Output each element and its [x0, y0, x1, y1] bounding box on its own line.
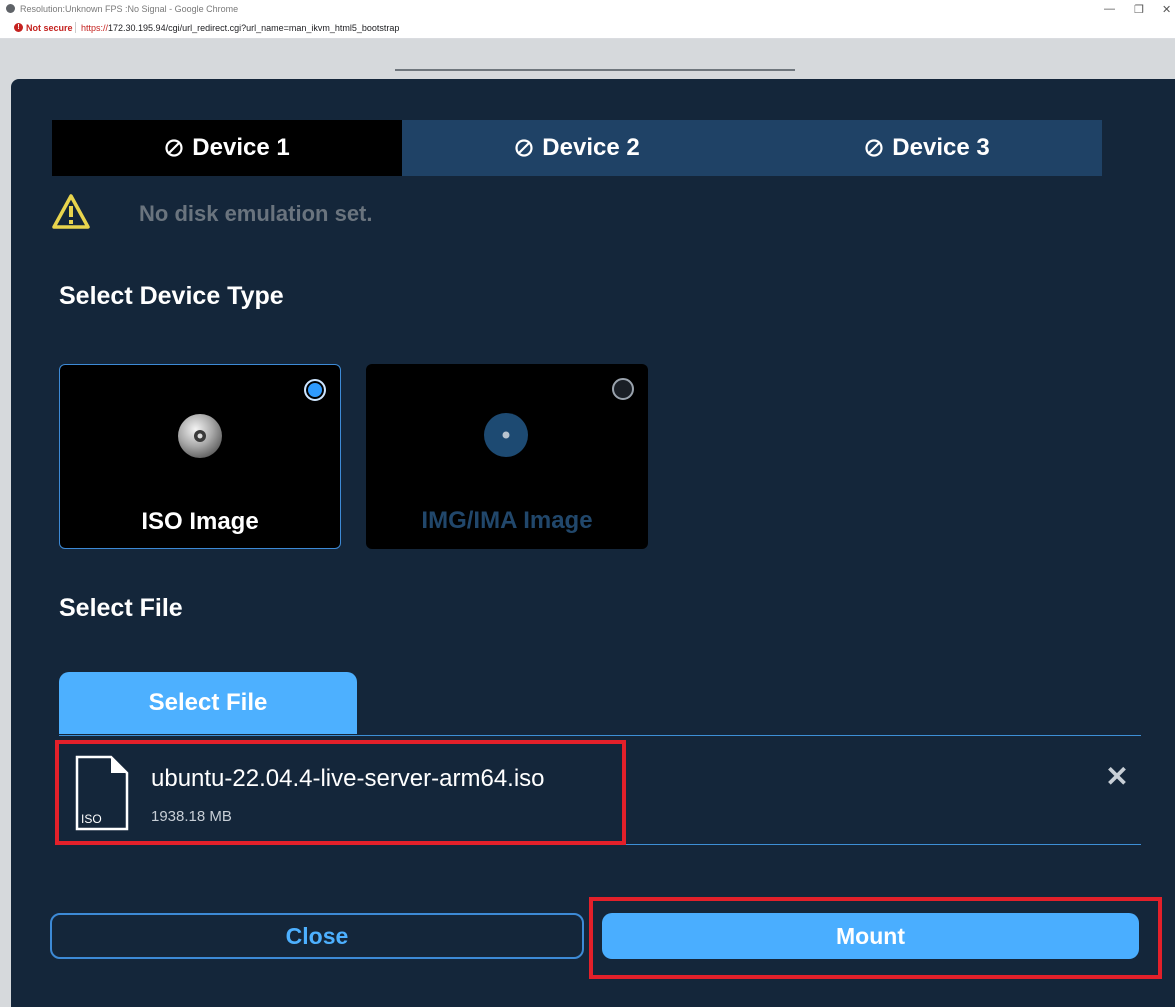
minimize-button[interactable]: —	[1104, 3, 1115, 15]
close-button[interactable]: Close	[50, 913, 584, 959]
device-type-heading: Select Device Type	[59, 282, 284, 310]
select-file-heading: Select File	[59, 594, 183, 622]
disabled-circle-icon	[514, 138, 534, 158]
disabled-circle-icon	[864, 138, 884, 158]
file-size: 1938.18 MB	[151, 808, 232, 825]
img-ima-image-radio[interactable]	[612, 378, 634, 400]
tab-device-3-label: Device 3	[892, 134, 990, 161]
security-label[interactable]: Not secure	[26, 23, 73, 33]
tab-device-2-label: Device 2	[542, 134, 640, 161]
warning-triangle-icon	[51, 193, 91, 236]
remove-file-button[interactable]: ✕	[1101, 761, 1133, 793]
file-list-top-divider	[59, 735, 1141, 736]
tab-device-2[interactable]: Device 2	[402, 120, 752, 176]
img-ima-image-option[interactable]: IMG/IMA Image	[366, 364, 648, 549]
disc-icon	[483, 412, 529, 463]
tab-device-1[interactable]: Device 1	[52, 120, 402, 176]
url-path: 172.30.195.94/cgi/url_redirect.cgi?url_n…	[108, 23, 400, 33]
status-message: No disk emulation set.	[51, 192, 373, 236]
restore-button[interactable]: ❐	[1134, 3, 1144, 16]
disabled-circle-icon	[164, 138, 184, 158]
img-ima-image-label: IMG/IMA Image	[421, 507, 593, 534]
window-title: Resolution:Unknown FPS :No Signal - Goog…	[20, 4, 239, 14]
chrome-favicon-icon	[6, 4, 15, 13]
tab-device-1-label: Device 1	[192, 134, 290, 161]
file-icon: ISO	[75, 755, 129, 836]
iso-image-radio[interactable]	[304, 379, 326, 401]
file-type-badge: ISO	[81, 812, 102, 826]
address-bar[interactable]: ! Not secure https://172.30.195.94/cgi/u…	[0, 18, 1175, 39]
iso-image-label: ISO Image	[141, 508, 259, 535]
file-list-bottom-divider	[59, 844, 1141, 845]
close-window-button[interactable]: ✕	[1162, 3, 1171, 16]
status-text: No disk emulation set.	[139, 201, 373, 226]
not-secure-icon: !	[14, 23, 23, 32]
background-toolbar-strip	[395, 69, 795, 71]
url-scheme: https://	[81, 23, 109, 33]
tab-device-3[interactable]: Device 3	[752, 120, 1102, 176]
cd-disc-icon	[177, 413, 223, 464]
browser-titlebar: Resolution:Unknown FPS :No Signal - Goog…	[0, 0, 1175, 18]
file-name: ubuntu-22.04.4-live-server-arm64.iso	[151, 765, 545, 792]
url-text[interactable]: https://172.30.195.94/cgi/url_redirect.c…	[81, 23, 399, 33]
mount-button[interactable]: Mount	[602, 913, 1139, 959]
device-tabs: Device 1 Device 2 Device 3	[52, 120, 1102, 176]
virtual-media-dialog: Device 1 Device 2 Device 3 No disk emula…	[11, 79, 1175, 1007]
url-separator	[75, 22, 76, 33]
iso-image-option[interactable]: ISO Image	[59, 364, 341, 549]
selected-file-item: ISO ubuntu-22.04.4-live-server-arm64.iso…	[59, 739, 1141, 843]
select-file-button[interactable]: Select File	[59, 672, 357, 734]
